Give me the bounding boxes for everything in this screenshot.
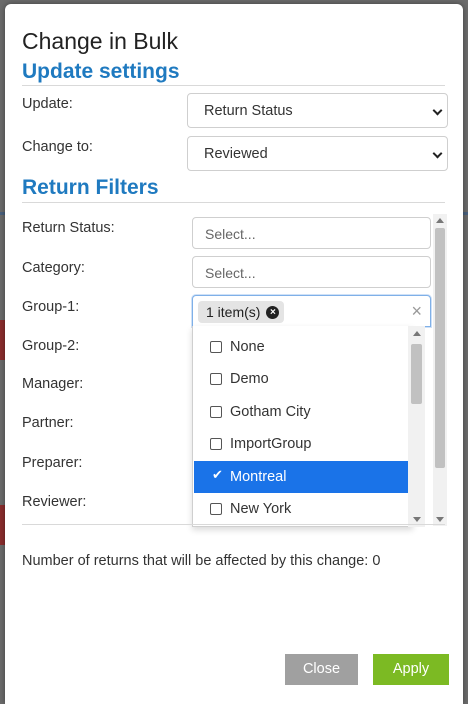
chevron-down-icon bbox=[432, 148, 443, 159]
update-select[interactable]: Return Status bbox=[187, 93, 448, 128]
option-demo[interactable]: Demo bbox=[194, 363, 412, 395]
return-status-input[interactable]: Select... bbox=[192, 217, 431, 249]
scroll-down-icon[interactable] bbox=[413, 517, 421, 522]
checkmark-icon: ✔ bbox=[212, 467, 223, 482]
scroll-up-icon[interactable] bbox=[413, 331, 421, 336]
option-label: Demo bbox=[230, 371, 269, 387]
chip-label: 1 item(s) bbox=[206, 304, 261, 320]
circle-x-icon[interactable]: × bbox=[266, 306, 280, 319]
option-none[interactable]: None bbox=[194, 331, 412, 363]
category-label: Category: bbox=[22, 260, 85, 276]
divider bbox=[22, 524, 445, 525]
dialog-title: Change in Bulk bbox=[22, 28, 178, 54]
apply-button[interactable]: Apply bbox=[373, 654, 449, 685]
divider bbox=[22, 85, 445, 86]
checkbox[interactable] bbox=[210, 341, 222, 353]
return-filters-heading: Return Filters bbox=[22, 176, 159, 199]
option-label: None bbox=[230, 339, 265, 355]
option-gotham-city[interactable]: Gotham City bbox=[194, 396, 412, 428]
group1-label: Group-1: bbox=[22, 299, 80, 315]
chevron-down-icon bbox=[432, 105, 443, 116]
option-label: New York bbox=[230, 501, 292, 517]
close-icon[interactable]: × bbox=[411, 301, 422, 322]
option-label: ImportGroup bbox=[230, 436, 312, 452]
group2-label: Group-2: bbox=[22, 338, 80, 354]
update-label: Update: bbox=[22, 96, 73, 112]
option-label: Montreal bbox=[230, 469, 287, 485]
option-new-york[interactable]: New York bbox=[194, 493, 412, 525]
option-label: Gotham City bbox=[230, 404, 311, 420]
option-importgroup[interactable]: ImportGroup bbox=[194, 428, 412, 460]
close-button[interactable]: Close bbox=[285, 654, 358, 685]
manager-label: Manager: bbox=[22, 376, 84, 392]
dropdown-scrollbar[interactable] bbox=[408, 326, 425, 527]
preparer-label: Preparer: bbox=[22, 455, 83, 471]
scroll-down-icon[interactable] bbox=[436, 517, 444, 522]
return-status-label: Return Status: bbox=[22, 220, 115, 236]
scroll-thumb[interactable] bbox=[411, 344, 422, 404]
affected-count-text: Number of returns that will be affected … bbox=[22, 553, 381, 569]
update-select-value: Return Status bbox=[204, 103, 293, 119]
change-to-select-value: Reviewed bbox=[204, 146, 268, 162]
category-input[interactable]: Select... bbox=[192, 256, 431, 288]
bulk-change-dialog: Change in Bulk Update settings Update: R… bbox=[5, 4, 463, 704]
partner-label: Partner: bbox=[22, 415, 74, 431]
group1-multiselect[interactable]: 1 item(s) × × bbox=[192, 295, 431, 327]
checkbox[interactable] bbox=[210, 438, 222, 450]
scroll-up-icon[interactable] bbox=[436, 218, 444, 223]
filters-scrollbar[interactable] bbox=[433, 214, 447, 526]
change-to-select[interactable]: Reviewed bbox=[187, 136, 448, 171]
scroll-thumb[interactable] bbox=[435, 228, 445, 468]
selected-chip: 1 item(s) × bbox=[198, 301, 285, 323]
group1-dropdown-list: None Demo Gotham City ImportGroup ✔ Mont… bbox=[192, 326, 413, 527]
change-to-label: Change to: bbox=[22, 139, 93, 155]
update-settings-heading: Update settings bbox=[22, 60, 180, 83]
checkbox[interactable] bbox=[210, 406, 222, 418]
option-montreal[interactable]: ✔ Montreal bbox=[194, 461, 412, 493]
reviewer-label: Reviewer: bbox=[22, 494, 87, 510]
divider bbox=[22, 202, 445, 203]
checkbox[interactable] bbox=[210, 373, 222, 385]
checkbox[interactable] bbox=[210, 503, 222, 515]
